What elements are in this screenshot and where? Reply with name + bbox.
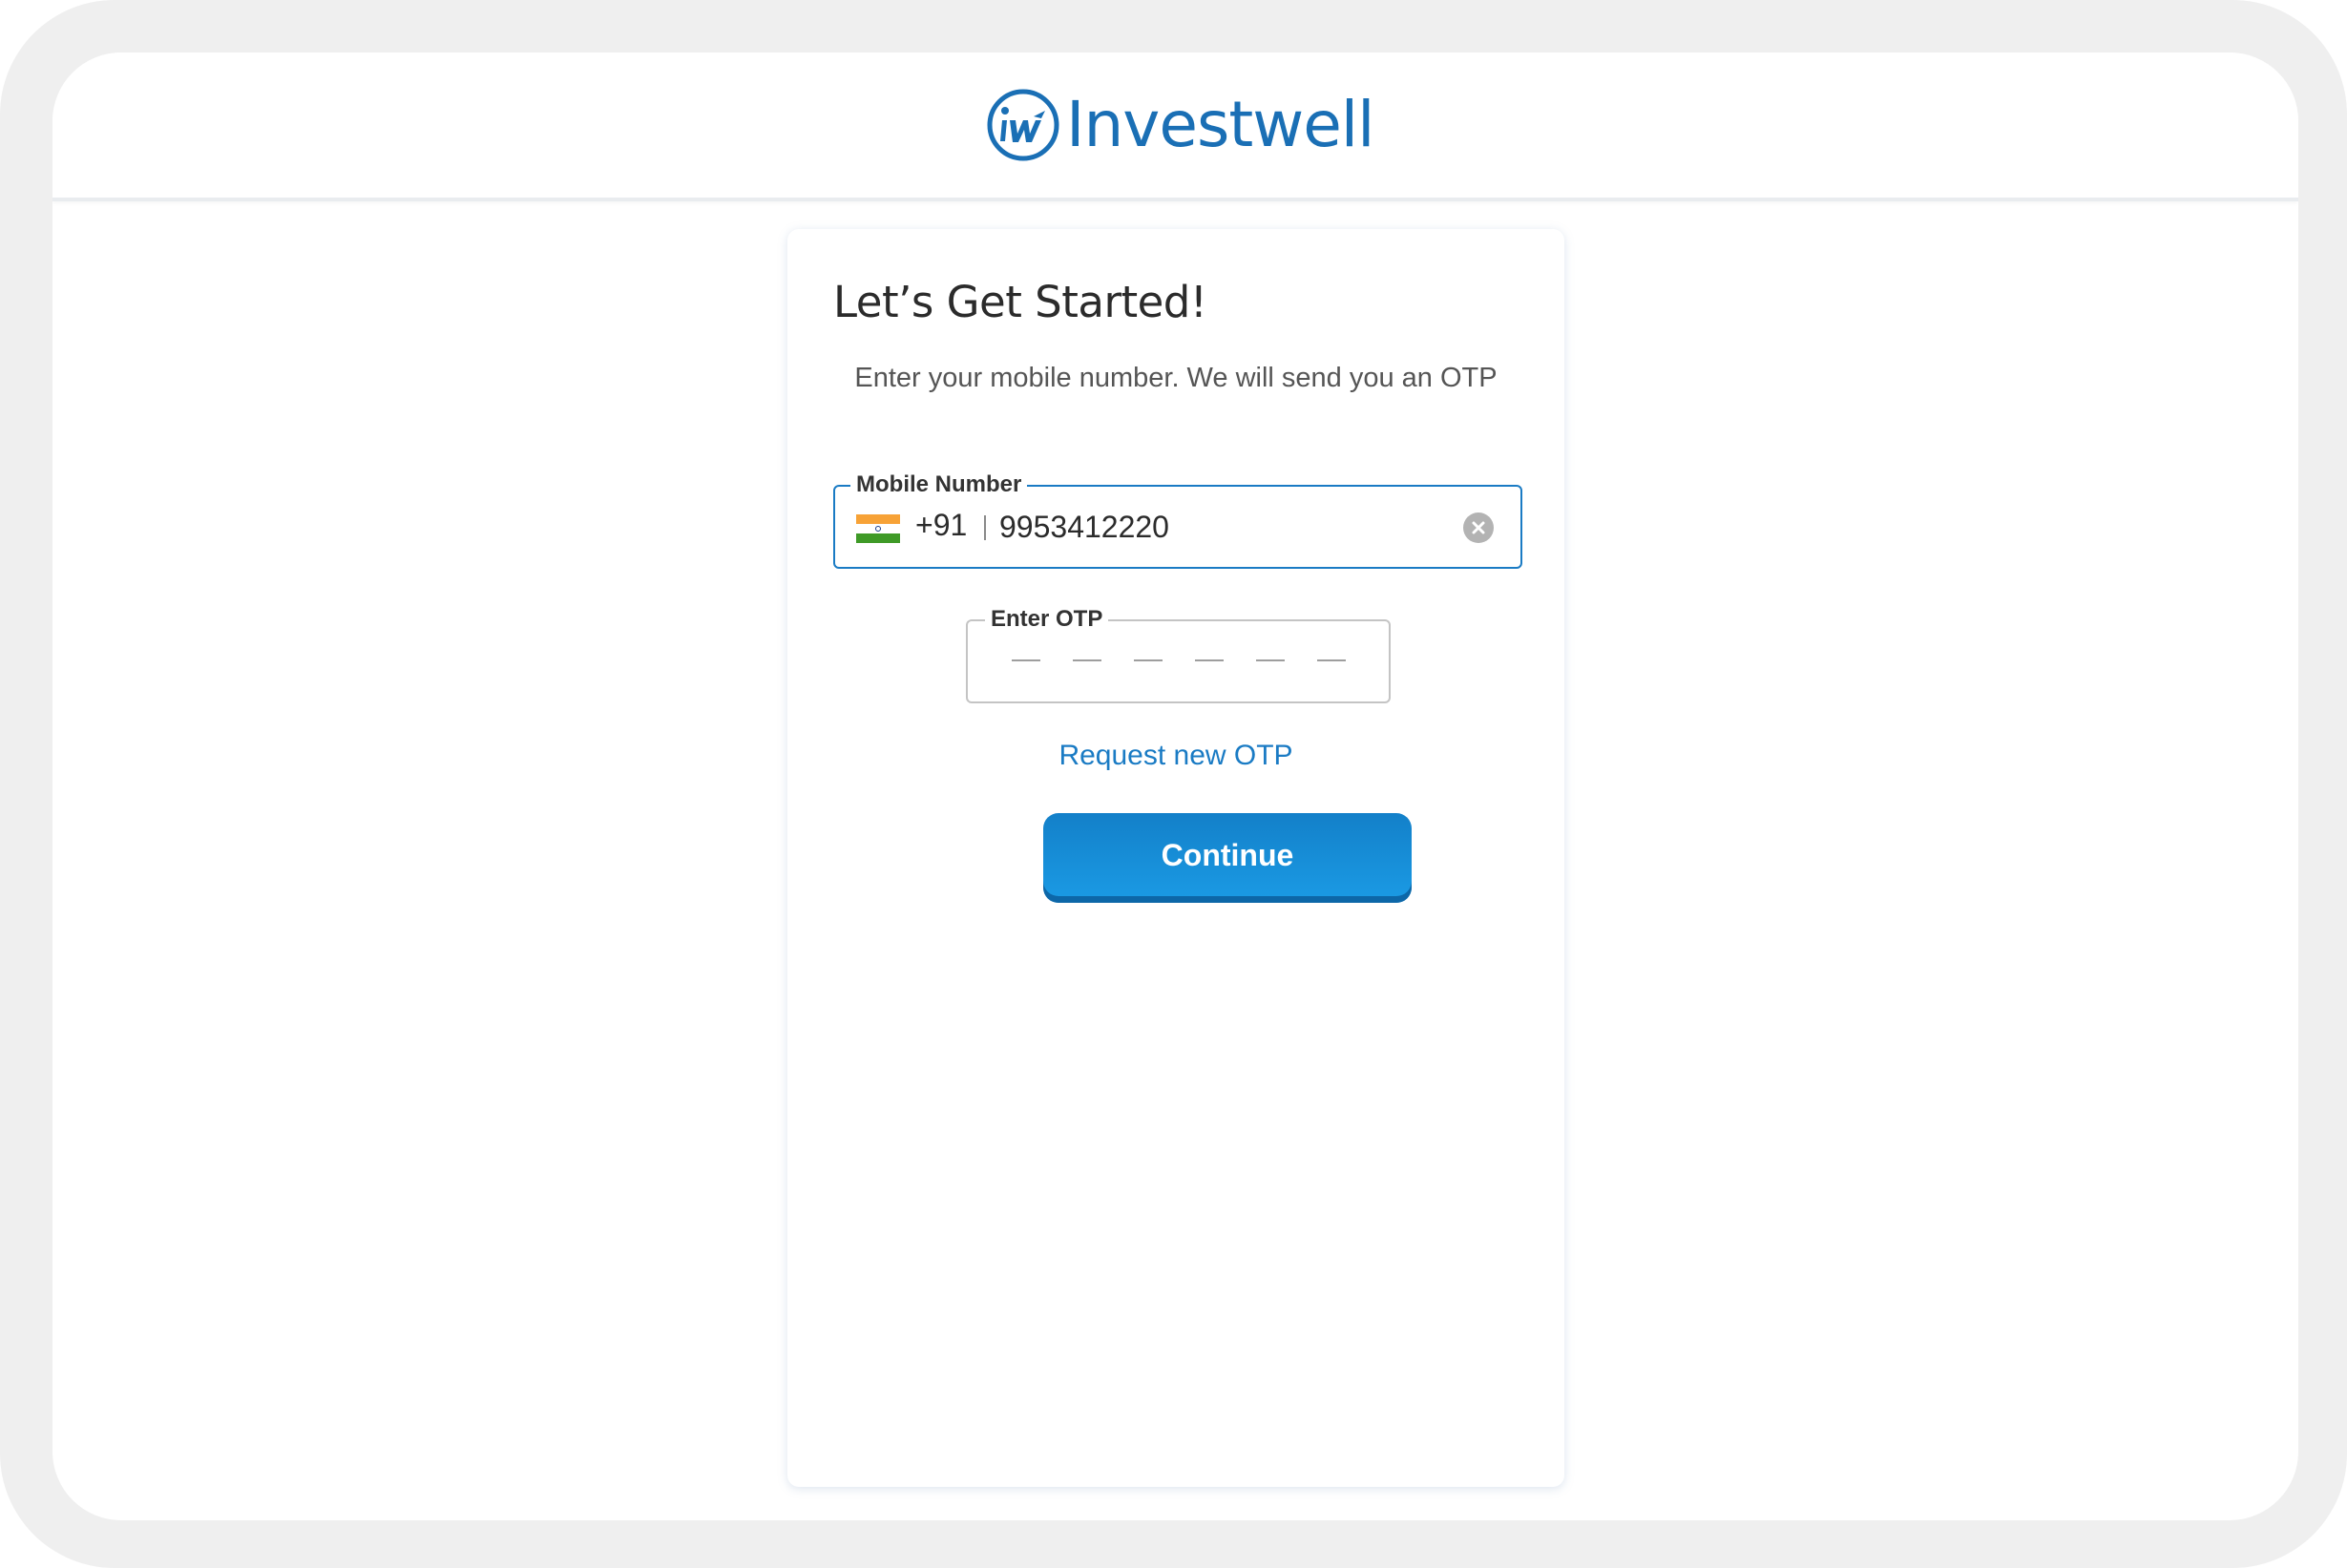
app-header: Investwell	[52, 52, 2298, 201]
brand-name: Investwell	[1066, 88, 1374, 161]
request-new-otp-link[interactable]: Request new OTP	[787, 740, 1564, 772]
mobile-number-input[interactable]	[999, 504, 1419, 550]
investwell-logo-icon	[987, 89, 1059, 161]
page-title: Let’s Get Started!	[833, 277, 1207, 327]
app-screen: Investwell Let’s Get Started! Enter your…	[52, 52, 2298, 1520]
country-code-divider	[984, 515, 986, 540]
brand-logo: Investwell	[986, 87, 1374, 163]
mobile-number-field[interactable]: Mobile Number +91	[833, 469, 1522, 569]
continue-button[interactable]: Continue	[1043, 813, 1412, 903]
login-card: Let’s Get Started! Enter your mobile num…	[787, 229, 1564, 1487]
india-flag-icon	[856, 514, 900, 543]
mobile-number-label: Mobile Number	[850, 469, 1028, 501]
otp-field[interactable]: Enter OTP	[966, 603, 1391, 703]
device-frame: Investwell Let’s Get Started! Enter your…	[0, 0, 2347, 1568]
clear-icon[interactable]	[1463, 512, 1494, 543]
country-code[interactable]: +91	[915, 508, 967, 543]
page-subtitle: Enter your mobile number. We will send y…	[854, 363, 1498, 393]
